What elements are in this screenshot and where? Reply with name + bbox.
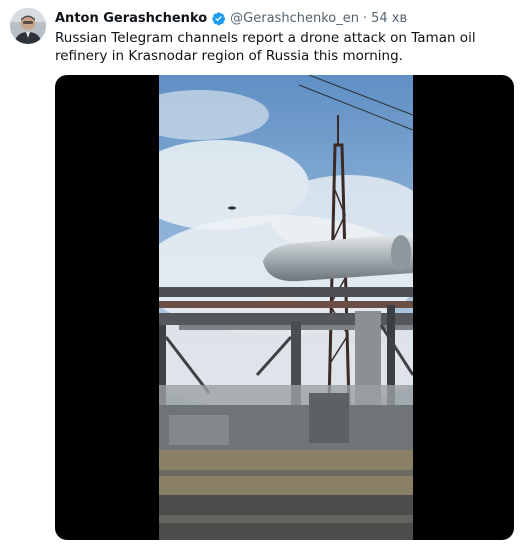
separator-dot: · [362, 10, 368, 26]
video-still [159, 75, 413, 540]
author-handle[interactable]: @Gerashchenko_en [230, 11, 359, 26]
timestamp[interactable]: 54 хв [371, 11, 407, 26]
verified-badge-icon [211, 11, 226, 26]
tweet[interactable]: Anton Gerashchenko @Gerashchenko_en · 54… [0, 0, 526, 547]
video-frame[interactable] [159, 75, 413, 540]
author-name[interactable]: Anton Gerashchenko [55, 11, 207, 26]
video-player[interactable] [55, 75, 514, 540]
tweet-header: Anton Gerashchenko @Gerashchenko_en · 54… [55, 8, 407, 28]
avatar-photo [10, 8, 46, 44]
tweet-text: Russian Telegram channels report a drone… [55, 30, 476, 64]
avatar[interactable] [10, 8, 46, 44]
